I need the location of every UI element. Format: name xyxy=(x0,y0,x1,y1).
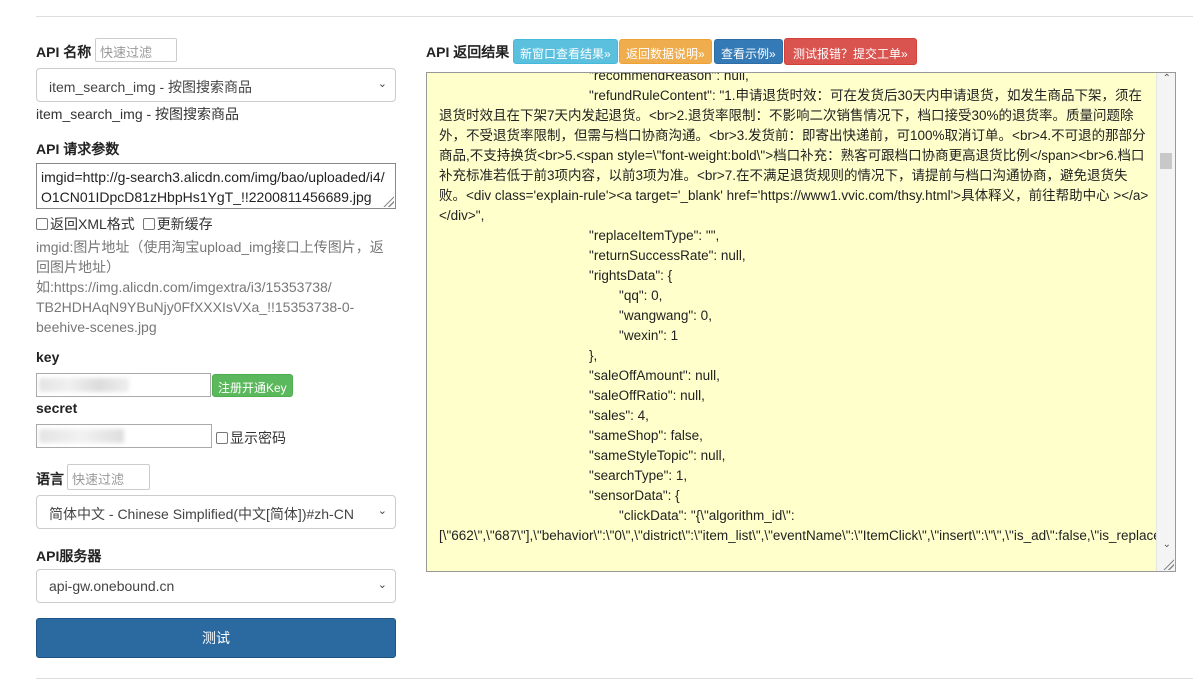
help-line: TB2HDHAqN9YBuNjy0FfXXXIsVXa_!!15353738-0… xyxy=(36,299,355,315)
chevron-down-icon: ⌄ xyxy=(377,579,387,591)
language-select[interactable]: 简体中文 - Chinese Simplified(中文[简体])#zh-CN … xyxy=(36,495,396,529)
test-button[interactable]: 测试 xyxy=(36,618,396,658)
submit-ticket-button[interactable]: 测试报错？提交工单» xyxy=(784,38,917,65)
view-example-button[interactable]: 查看示例» xyxy=(714,39,783,64)
top-divider xyxy=(36,16,1193,17)
params-label: API 请求参数 xyxy=(36,141,120,157)
help-line: beehive-scenes.jpg xyxy=(36,319,157,335)
show-password-row: 显示密码 xyxy=(216,428,286,448)
show-password-label: 显示密码 xyxy=(230,430,286,446)
masked-value xyxy=(39,429,124,443)
new-window-button[interactable]: 新窗口查看结果» xyxy=(513,39,618,64)
result-textarea[interactable]: "recommendReason": null, "refundRuleCont… xyxy=(426,72,1176,572)
resize-handle-icon[interactable] xyxy=(1162,558,1174,570)
api-name-label: API 名称 xyxy=(36,44,92,60)
api-name-select[interactable]: item_search_img - 按图搜索商品 ⌄ xyxy=(36,68,396,102)
params-line-2: O1CN01IDpcD81zHbpHs1YgT_!!2200811456689.… xyxy=(41,189,372,205)
masked-value xyxy=(39,378,129,392)
server-select[interactable]: api-gw.onebound.cn ⌄ xyxy=(36,569,396,603)
register-key-button[interactable]: 注册开通Key xyxy=(212,374,293,397)
api-name-selected: item_search_img - 按图搜索商品 xyxy=(49,79,253,95)
api-name-filter-input[interactable]: 快速过滤 xyxy=(95,38,177,62)
scroll-down-icon[interactable]: ⌄ xyxy=(1163,539,1171,550)
return-xml-label: 返回XML格式 xyxy=(50,216,135,232)
secret-label: secret xyxy=(36,400,78,416)
key-input[interactable] xyxy=(36,373,211,397)
options-row: 返回XML格式 更新缓存 xyxy=(36,214,213,234)
server-label: API服务器 xyxy=(36,548,102,564)
scroll-up-icon[interactable]: ⌃ xyxy=(1163,73,1171,84)
help-line: 回图片地址） xyxy=(36,259,120,275)
refresh-cache-label: 更新缓存 xyxy=(156,216,213,232)
key-label: key xyxy=(36,349,60,365)
api-description: item_search_img - 按图搜索商品 xyxy=(36,106,240,122)
language-selected: 简体中文 - Chinese Simplified(中文[简体])#zh-CN xyxy=(49,506,354,522)
result-json-text: "recommendReason": null, "refundRuleCont… xyxy=(439,72,1176,543)
bottom-divider xyxy=(36,678,1193,679)
data-description-button[interactable]: 返回数据说明» xyxy=(619,39,712,64)
show-password-checkbox[interactable] xyxy=(216,432,228,444)
chevron-down-icon: ⌄ xyxy=(377,505,387,517)
return-xml-checkbox[interactable] xyxy=(36,218,48,230)
result-label: API 返回结果 xyxy=(426,44,510,60)
help-line: 如:https://img.alicdn.com/imgextra/i3/153… xyxy=(36,279,332,295)
refresh-cache-checkbox[interactable] xyxy=(142,218,155,230)
language-label: 语言 xyxy=(36,471,64,487)
secret-input[interactable] xyxy=(36,424,212,448)
server-selected: api-gw.onebound.cn xyxy=(49,578,175,594)
params-line-1: imgid=http://g-search3.alicdn.com/img/ba… xyxy=(41,169,385,185)
result-scrollbar[interactable]: ⌃ ⌄ xyxy=(1156,73,1175,571)
language-filter-input[interactable]: 快速过滤 xyxy=(67,464,150,490)
chevron-down-icon: ⌄ xyxy=(377,78,387,90)
params-textarea[interactable]: imgid=http://g-search3.alicdn.com/img/ba… xyxy=(36,163,396,209)
scroll-thumb[interactable] xyxy=(1160,153,1172,169)
help-line: imgid:图片地址（使用淘宝upload_img接口上传图片，返 xyxy=(36,239,384,255)
resize-handle-icon[interactable] xyxy=(382,195,394,207)
params-help: imgid:图片地址（使用淘宝upload_img接口上传图片，返 回图片地址）… xyxy=(36,237,396,337)
